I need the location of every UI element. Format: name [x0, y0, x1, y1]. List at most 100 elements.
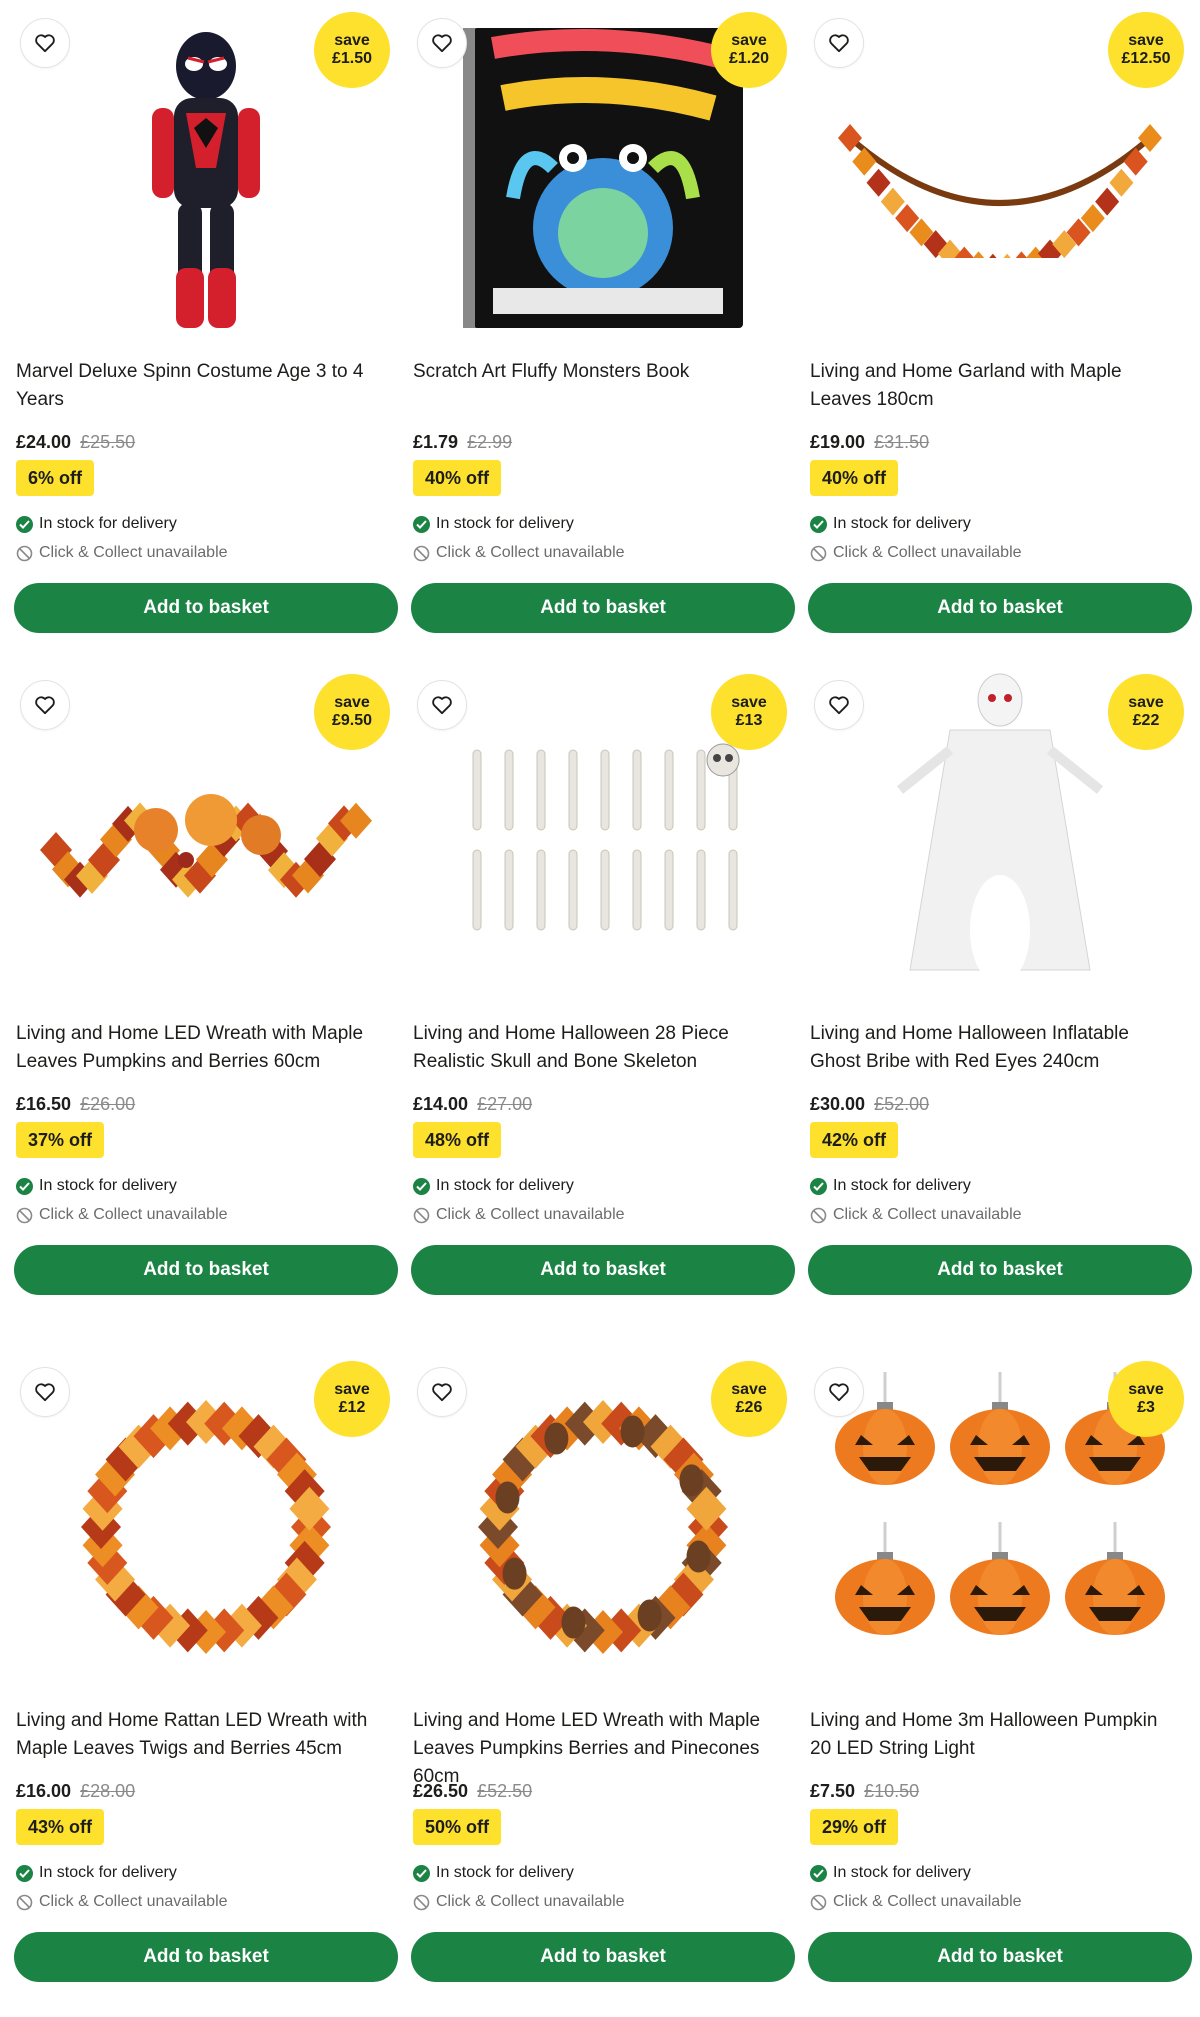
- heart-icon: [431, 1382, 453, 1402]
- add-to-basket-button[interactable]: Add to basket: [808, 583, 1192, 633]
- collect-status-label: Click & Collect unavailable: [833, 1893, 1022, 1910]
- discount-badge: 37% off: [16, 1122, 105, 1158]
- discount-badge: 40% off: [413, 460, 502, 496]
- price-row: £7.50 £10.50: [810, 1779, 919, 1803]
- collect-status: Click & Collect unavailable: [16, 1892, 228, 1912]
- save-badge: save £12.50: [1108, 12, 1184, 88]
- save-badge: save £12: [314, 1361, 390, 1437]
- save-badge: save £22: [1108, 674, 1184, 750]
- stock-status: In stock for delivery: [16, 1176, 177, 1196]
- collect-status: Click & Collect unavailable: [16, 543, 228, 563]
- stock-status-label: In stock for delivery: [833, 1864, 971, 1881]
- favourite-button[interactable]: [20, 1367, 70, 1417]
- price-row: £16.00 £28.00: [16, 1779, 135, 1803]
- unavailable-icon: [810, 545, 827, 562]
- product-title[interactable]: Living and Home Halloween Inflatable Gho…: [810, 1020, 1180, 1076]
- product-card: save £12 Living and Home Rattan LED Wrea…: [14, 1349, 398, 2009]
- collect-status-label: Click & Collect unavailable: [833, 1206, 1022, 1223]
- was-price: £2.99: [467, 432, 513, 452]
- unavailable-icon: [16, 545, 33, 562]
- product-card: save £3 Living and Home 3m Halloween Pum…: [808, 1349, 1192, 2009]
- product-card: save £22 Living and Home Halloween Infla…: [808, 662, 1192, 1322]
- unavailable-icon: [413, 1894, 430, 1911]
- product-title[interactable]: Scratch Art Fluffy Monsters Book: [413, 358, 783, 386]
- product-title[interactable]: Living and Home LED Wreath with Maple Le…: [16, 1020, 386, 1076]
- current-price: £19.00: [810, 432, 866, 452]
- save-badge-label: save: [731, 1380, 767, 1398]
- add-to-basket-button[interactable]: Add to basket: [808, 1245, 1192, 1295]
- discount-badge: 40% off: [810, 460, 899, 496]
- favourite-button[interactable]: [20, 18, 70, 68]
- favourite-button[interactable]: [20, 680, 70, 730]
- product-title[interactable]: Living and Home 3m Halloween Pumpkin 20 …: [810, 1707, 1180, 1763]
- price-row: £19.00 £31.50: [810, 430, 929, 454]
- add-to-basket-button[interactable]: Add to basket: [14, 583, 398, 633]
- favourite-button[interactable]: [814, 18, 864, 68]
- collect-status-label: Click & Collect unavailable: [436, 544, 625, 561]
- current-price: £30.00: [810, 1094, 866, 1114]
- was-price: £27.00: [477, 1094, 533, 1114]
- add-to-basket-button[interactable]: Add to basket: [808, 1932, 1192, 1982]
- collect-status-label: Click & Collect unavailable: [39, 544, 228, 561]
- save-badge-label: save: [334, 31, 370, 49]
- heart-icon: [34, 33, 56, 53]
- stock-status: In stock for delivery: [413, 1863, 574, 1883]
- save-badge: save £1.50: [314, 12, 390, 88]
- was-price: £26.00: [80, 1094, 136, 1114]
- was-price: £10.50: [864, 1781, 920, 1801]
- stock-status-label: In stock for delivery: [833, 515, 971, 532]
- product-title[interactable]: Living and Home Rattan LED Wreath with M…: [16, 1707, 386, 1763]
- save-badge-amount: £22: [1132, 712, 1160, 729]
- collect-status: Click & Collect unavailable: [810, 1205, 1022, 1225]
- product-title[interactable]: Living and Home Garland with Maple Leave…: [810, 358, 1180, 414]
- add-to-basket-button[interactable]: Add to basket: [411, 583, 795, 633]
- stock-status-label: In stock for delivery: [436, 1177, 574, 1194]
- add-to-basket-button[interactable]: Add to basket: [411, 1932, 795, 1982]
- favourite-button[interactable]: [417, 680, 467, 730]
- discount-badge: 6% off: [16, 460, 94, 496]
- was-price: £28.00: [80, 1781, 136, 1801]
- product-card: save £13 Living and Home Halloween 28 Pi…: [411, 662, 795, 1322]
- discount-badge: 48% off: [413, 1122, 502, 1158]
- discount-badge: 43% off: [16, 1809, 105, 1845]
- was-price: £25.50: [80, 432, 136, 452]
- stock-status: In stock for delivery: [413, 1176, 574, 1196]
- add-to-basket-button[interactable]: Add to basket: [14, 1245, 398, 1295]
- unavailable-icon: [16, 1894, 33, 1911]
- check-icon: [413, 1864, 430, 1882]
- collect-status-label: Click & Collect unavailable: [833, 544, 1022, 561]
- price-row: £16.50 £26.00: [16, 1092, 135, 1116]
- save-badge: save £26: [711, 1361, 787, 1437]
- current-price: £7.50: [810, 1781, 856, 1801]
- product-title[interactable]: Living and Home Halloween 28 Piece Reali…: [413, 1020, 783, 1076]
- was-price: £52.50: [477, 1781, 533, 1801]
- collect-status-label: Click & Collect unavailable: [39, 1206, 228, 1223]
- collect-status: Click & Collect unavailable: [810, 543, 1022, 563]
- price-row: £1.79 £2.99: [413, 430, 512, 454]
- add-to-basket-button[interactable]: Add to basket: [411, 1245, 795, 1295]
- add-to-basket-button[interactable]: Add to basket: [14, 1932, 398, 1982]
- was-price: £31.50: [874, 432, 930, 452]
- heart-icon: [828, 1382, 850, 1402]
- product-card: save £26 Living and Home LED Wreath with…: [411, 1349, 795, 2009]
- save-badge-amount: £12: [338, 1399, 366, 1416]
- collect-status-label: Click & Collect unavailable: [436, 1893, 625, 1910]
- favourite-button[interactable]: [417, 18, 467, 68]
- current-price: £1.79: [413, 432, 459, 452]
- favourite-button[interactable]: [814, 680, 864, 730]
- favourite-button[interactable]: [814, 1367, 864, 1417]
- favourite-button[interactable]: [417, 1367, 467, 1417]
- stock-status-label: In stock for delivery: [39, 1864, 177, 1881]
- check-icon: [16, 1177, 33, 1195]
- current-price: £16.00: [16, 1781, 72, 1801]
- heart-icon: [828, 33, 850, 53]
- product-title[interactable]: Marvel Deluxe Spinn Costume Age 3 to 4 Y…: [16, 358, 386, 414]
- discount-badge: 29% off: [810, 1809, 899, 1845]
- stock-status: In stock for delivery: [810, 514, 971, 534]
- stock-status-label: In stock for delivery: [436, 1864, 574, 1881]
- save-badge-label: save: [731, 693, 767, 711]
- save-badge-amount: £26: [735, 1399, 763, 1416]
- product-grid: save £1.50 Marvel Deluxe Spinn Costume A…: [0, 0, 1200, 2017]
- stock-status: In stock for delivery: [16, 1863, 177, 1883]
- save-badge: save £3: [1108, 1361, 1184, 1437]
